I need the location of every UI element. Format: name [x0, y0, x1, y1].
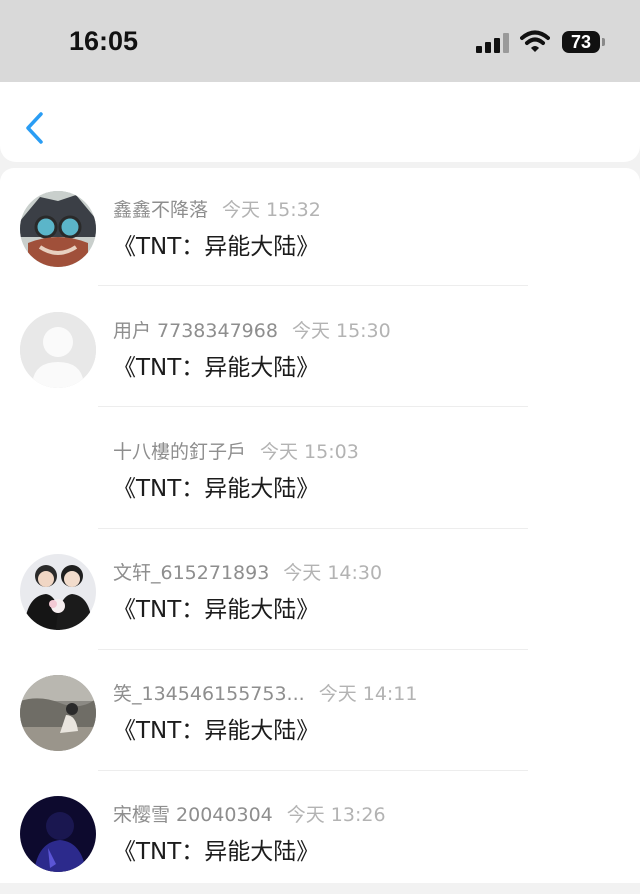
- cellular-signal-icon: [476, 33, 510, 53]
- timestamp: 今天 14:11: [318, 683, 418, 705]
- message-meta: 用户 7738347968 今天 15:30: [113, 316, 391, 343]
- message-meta: 十八樓的釘子戶 今天 15:03: [113, 437, 359, 464]
- avatar[interactable]: [20, 191, 96, 267]
- timestamp: 今天 14:30: [283, 562, 383, 584]
- battery-tip: [602, 38, 605, 46]
- message-meta: 文轩_615271893 今天 14:30: [113, 558, 382, 585]
- message-text: 《TNT：异能大陆》: [113, 718, 320, 744]
- user-name[interactable]: 宋樱雪 20040304: [113, 804, 273, 826]
- message-text: 《TNT：异能大陆》: [113, 355, 320, 381]
- back-chevron-icon[interactable]: [22, 110, 48, 146]
- user-name[interactable]: 用户 7738347968: [113, 320, 278, 342]
- avatar[interactable]: [20, 312, 96, 388]
- status-time: 16:05: [69, 26, 139, 56]
- divider: [98, 649, 528, 650]
- navigation-bar: [0, 82, 640, 162]
- dark-portrait-icon: [20, 796, 96, 872]
- list-item[interactable]: 鑫鑫不降落 今天 15:32 《TNT：异能大陆》: [0, 168, 640, 289]
- user-name[interactable]: 鑫鑫不降落: [113, 199, 208, 221]
- wifi-icon: [520, 30, 550, 52]
- divider: [98, 528, 528, 529]
- two-people-photo-icon: [20, 554, 96, 630]
- timestamp: 今天 15:30: [291, 320, 391, 342]
- list-item[interactable]: 十八樓的釘子戶 今天 15:03 《TNT：异能大陆》: [0, 410, 640, 531]
- divider: [98, 770, 528, 771]
- avatar[interactable]: [20, 675, 96, 751]
- avatar[interactable]: [20, 554, 96, 630]
- battery-icon: 73: [562, 31, 600, 53]
- message-text: 《TNT：异能大陆》: [113, 839, 320, 865]
- timestamp: 今天 15:32: [222, 199, 321, 221]
- message-meta: 宋樱雪 20040304 今天 13:26: [113, 800, 386, 827]
- list-item[interactable]: 宋樱雪 20040304 今天 13:26 《TNT：异能大陆》: [0, 773, 640, 894]
- divider: [98, 406, 528, 407]
- cartoon-avatar-icon: [20, 191, 96, 267]
- timestamp: 今天 13:26: [286, 804, 386, 826]
- message-meta: 笑_134546155753... 今天 14:11: [113, 679, 417, 706]
- message-list: 鑫鑫不降落 今天 15:32 《TNT：异能大陆》 用户 7738347968 今天…: [0, 168, 640, 883]
- default-person-icon: [20, 312, 96, 388]
- sea-photo-icon: [20, 675, 96, 751]
- message-text: 《TNT：异能大陆》: [113, 476, 320, 502]
- list-item[interactable]: 笑_134546155753... 今天 14:11 《TNT：异能大陆》: [0, 652, 640, 773]
- message-text: 《TNT：异能大陆》: [113, 234, 320, 260]
- message-meta: 鑫鑫不降落 今天 15:32: [113, 195, 321, 222]
- user-name[interactable]: 文轩_615271893: [113, 562, 269, 584]
- user-name[interactable]: 笑_134546155753...: [113, 683, 305, 705]
- avatar[interactable]: [20, 796, 96, 872]
- list-item[interactable]: 文轩_615271893 今天 14:30 《TNT：异能大陆》: [0, 531, 640, 652]
- user-name[interactable]: 十八樓的釘子戶: [113, 441, 246, 463]
- divider: [98, 285, 528, 286]
- status-bar: 16:05 73: [0, 0, 640, 82]
- timestamp: 今天 15:03: [260, 441, 359, 463]
- list-item[interactable]: 用户 7738347968 今天 15:30 《TNT：异能大陆》: [0, 289, 640, 410]
- message-text: 《TNT：异能大陆》: [113, 597, 320, 623]
